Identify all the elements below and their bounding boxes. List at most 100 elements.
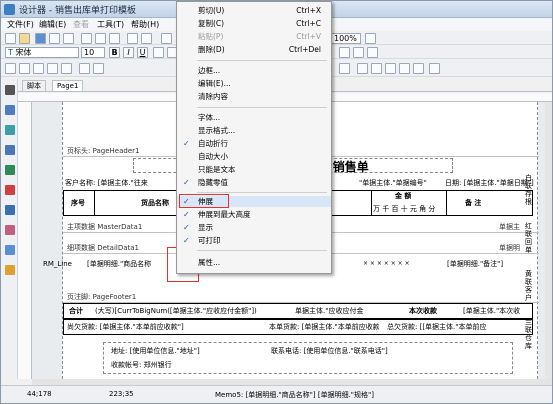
tab-script[interactable]: 脚本 [22,80,46,91]
menu-item-word-wrap[interactable]: ✓ 自动折行 [177,138,331,149]
line-color-icon[interactable] [93,63,104,74]
tab-page1[interactable]: Page1 [52,80,84,91]
menu-item-delete[interactable]: 删除(D) Ctrl+Del [177,44,331,55]
this-owe-field[interactable]: 本单货款: [单据主体."本单前应收款 [269,322,379,332]
frame-left-icon[interactable] [19,63,30,74]
print-icon[interactable] [49,33,60,44]
amount-digits: 万 千 百 十 元 角 分 [373,205,436,213]
pointer-icon[interactable] [5,85,15,95]
total-owe-field[interactable]: 总欠货款: [[单据主体."本单前应 [387,322,533,332]
menu-item-visible[interactable]: ✓ 显示 [177,222,331,233]
menu-file[interactable]: 文件(F) [7,19,34,30]
detail-line-cell[interactable]: RM_Line [43,259,87,269]
align-middle-icon[interactable] [371,63,382,74]
line-object-icon[interactable] [5,205,15,215]
phone-field[interactable]: 联系电话: [使用单位信息."联系电话"] [271,346,441,356]
preview-icon[interactable] [63,33,74,44]
menu-item-text-only[interactable]: 只能是文本 [177,164,331,175]
menu-item-label: 可打印 [198,236,221,245]
frame-icon[interactable] [5,63,16,74]
frame-right-icon[interactable] [47,63,58,74]
align-left-icon[interactable] [339,47,350,58]
menu-separator [197,250,327,251]
menu-item-border[interactable]: 边框... [177,65,331,76]
menu-item-display-format[interactable]: 显示格式... [177,125,331,136]
selected-object-info: Memo5: [单据明细."商品名称"] [单据明细."规格"] [215,391,374,399]
font-color-icon[interactable] [153,47,164,58]
menu-tools[interactable]: 工具(T) [97,19,124,30]
fit-icon[interactable] [365,33,376,44]
new-icon[interactable] [5,33,16,44]
save-icon[interactable] [35,33,46,44]
menu-item-properties[interactable]: 属性... [177,257,331,268]
menu-item-auto-size[interactable]: 自动大小 [177,151,331,162]
sum-upper-field[interactable]: (大写)[CurrToBigNum([单据主体."应收应付金额"]) [95,306,263,316]
menu-item-printable[interactable]: ✓ 可打印 [177,235,331,246]
band-object-icon[interactable] [5,125,15,135]
fill-color-icon[interactable] [79,63,90,74]
detail-band-label: 细项数据 DetailData1 [67,244,140,252]
format-icon[interactable] [161,33,172,44]
menu-item-label: 隐藏零值 [198,178,228,187]
check-icon: ✓ [183,223,190,232]
image-object-icon[interactable] [5,145,15,155]
paste-icon[interactable] [109,33,120,44]
open-icon[interactable] [19,33,30,44]
menu-item-stretch-max[interactable]: ✓ 伸展到最大高度 [177,209,331,220]
menu-help[interactable]: 帮助(H) [131,19,159,30]
menu-item-label: 属性... [198,258,221,267]
master-band-label: 主项数据 MasterData1 [67,223,143,231]
customer-field[interactable]: 客户名称: [单据主体."往来 [65,178,175,188]
menu-item-edit[interactable]: 编辑(E)... [177,78,331,89]
bank-field[interactable]: 收款帐号: 郑州银行 [111,360,261,370]
side-label-red: 红联回单 [525,222,532,254]
window-title: 设计器 - 销售出库单打印模板 [19,6,136,16]
vertical-ruler [18,102,32,379]
menu-item-copy[interactable]: 复制(C) Ctrl+C [177,18,331,29]
stretch-highlight-box [179,194,229,208]
menu-item-hide-zero[interactable]: ✓ 隐藏零值 [177,177,331,188]
col-seq-label: 序号 [71,199,85,207]
text-object-icon[interactable] [5,105,15,115]
detail-remark-cell[interactable]: [单据明细."备注"] [447,259,535,269]
copy-icon[interactable] [95,33,106,44]
vertical-scrollbar[interactable] [545,102,552,379]
shape-object-icon[interactable] [5,245,15,255]
line-style-icon[interactable] [339,63,350,74]
chart-object-icon[interactable] [5,185,15,195]
docno-field[interactable]: "单据主体."单据编号" [359,178,451,188]
font-name-select[interactable]: T 宋体 [5,47,79,58]
bold-button[interactable]: B [109,47,120,58]
align-top-icon[interactable] [357,63,368,74]
font-size-select[interactable]: 10 [81,47,105,58]
undo-icon[interactable] [127,33,138,44]
underline-button[interactable]: U [137,47,148,58]
col-amount-label: 金 额 [395,192,412,200]
sum-main-field[interactable]: 单据主体."应收应付金 [295,306,393,316]
menu-item-font[interactable]: 字体... [177,112,331,123]
redo-icon[interactable] [141,33,152,44]
snap-icon[interactable] [413,63,424,74]
align-bottom-icon[interactable] [385,63,396,74]
zoom-select[interactable]: 100% [331,33,361,44]
address-field[interactable]: 地址: [使用单位信息."地址"] [111,346,261,356]
menu-view[interactable]: 查看 [73,19,89,30]
menu-item-clear[interactable]: 清除内容 [177,91,331,102]
cut-icon[interactable] [81,33,92,44]
italic-button[interactable]: I [123,47,134,58]
grid-icon[interactable] [399,63,410,74]
menu-item-cut[interactable]: 剪切(U) Ctrl+X [177,5,331,16]
checkbox-object-icon[interactable] [5,265,15,275]
align-center-icon[interactable] [353,47,364,58]
check-icon: ✓ [183,210,190,219]
menu-item-paste[interactable]: 粘贴(P) Ctrl+V [177,31,331,42]
prev-owe-field[interactable]: 尚欠货款: [单据主体."本单前应收款"] [67,322,217,332]
sum-current-field[interactable]: [单据主体."本次收 [463,306,533,316]
misc-icon[interactable] [429,63,440,74]
subreport-object-icon[interactable] [5,165,15,175]
menu-edit[interactable]: 编辑(E) [39,19,66,30]
align-right-icon[interactable] [367,47,378,58]
frame-bottom-icon[interactable] [61,63,72,74]
barcode-object-icon[interactable] [5,225,15,235]
frame-top-icon[interactable] [33,63,44,74]
